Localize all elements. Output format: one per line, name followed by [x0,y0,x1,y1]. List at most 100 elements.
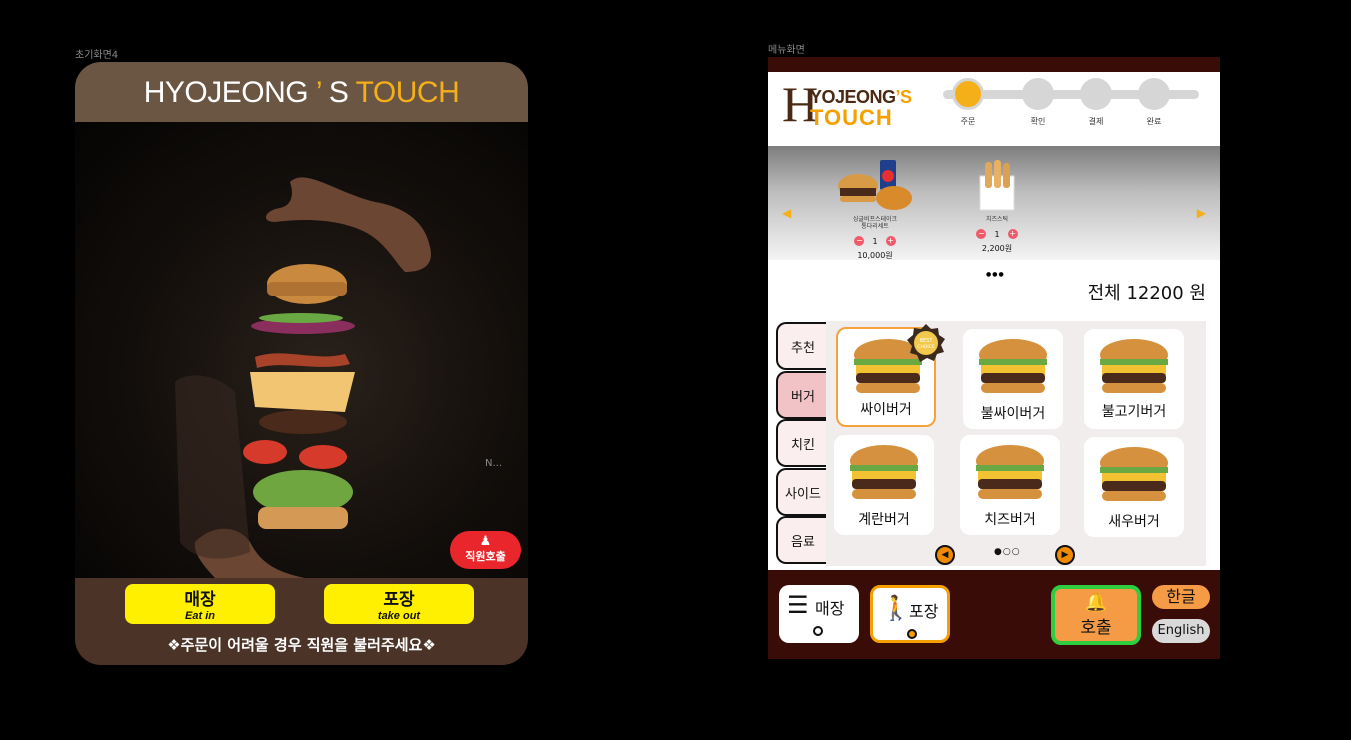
category-label: 사이드 [785,486,821,502]
menu-item-name: 계란버거 [858,512,910,528]
menu-footer: ☰ 매장 🚶 포장 🔔 호출 한글 English [768,570,1220,659]
badge-text-2: CHOICE [917,344,935,350]
cart-item-name-l2: 통다리세트 [861,223,889,230]
menu-item-tile[interactable]: 불싸이버거 [963,329,1063,429]
hidden-label: N... [485,458,503,469]
logo-s: S [328,76,349,109]
menu-item-tile[interactable]: BEST CHOICE 싸이버거 [836,324,945,427]
cart-item-price: 2,200원 [981,244,1013,253]
cart-item-name-l1: 싱글비프스테이크 [852,216,898,223]
menu-prev-arrow-icon[interactable]: ◀ [935,545,955,565]
step-label: 완료 [1146,117,1162,126]
eat-in-radio [813,626,823,636]
staff-call-label: 직원호출 [465,550,506,563]
cart-carousel: ◀ ▶ 싱글비프스테이크 통다리세트 − 1 + 10,000원 치즈스틱 − … [768,146,1220,260]
takeout-label-ko: 포장 [383,589,415,609]
takeout-radio [907,629,917,639]
menu-item-name: 불싸이버거 [980,406,1046,422]
menu-item-tile[interactable]: 치즈버거 [960,435,1060,535]
category-tab-drink[interactable]: 음료 [776,516,828,564]
footer-call-button[interactable]: 🔔 호출 [1051,585,1141,645]
minus-icon[interactable]: − [854,236,865,246]
menu-screen: H YOJEONG’S TOUCH 주문 확인 결제 완료 ◀ ▶ 싱글비프스테… [768,57,1220,659]
category-tab-side[interactable]: 사이드 [776,468,828,516]
step-order: 주문 [943,78,993,127]
cart-item: 치즈스틱 − 1 + 2,200원 [952,156,1042,254]
step-label: 결제 [1088,117,1104,126]
eat-in-button[interactable]: 매장 Eat in [125,584,275,624]
cart-next-arrow-icon[interactable]: ▶ [1197,206,1206,220]
eat-in-label-ko: 매장 [184,589,216,609]
category-tab-burger[interactable]: 버거 [776,371,828,419]
menu-grid-panel: BEST CHOICE 싸이버거 불싸이버거 불고기버거 계란버거 치즈버거 새우… [826,321,1206,566]
tray-icon: ☰ [787,591,809,619]
category-label: 음료 [791,534,815,550]
cart-item-image [830,156,920,214]
takeout-label-en: take out [377,609,421,622]
step-done: 완료 [1129,78,1179,127]
cart-item-name-l1: 치즈스틱 [985,216,1009,223]
logo-line1-apo: ’S [895,87,913,107]
cart-item-price: 10,000원 [857,251,893,260]
minus-icon[interactable]: − [976,229,987,239]
order-progress-stepper: 주문 확인 결제 완료 [943,78,1199,130]
takeout-button[interactable]: 포장 take out [324,584,474,624]
logo-line1-text: YOJEONG [810,87,896,107]
step-payment: 결제 [1071,78,1121,127]
burger-image [1100,339,1168,393]
burger-image [979,339,1047,393]
menu-item-tile[interactable]: 불고기버거 [1084,329,1184,429]
burger-image [850,445,918,499]
start-header: HYOJEONG ’ S TOUCH [75,62,528,122]
hero-burger-image [75,122,528,578]
frame-label-start: 초기화면4 [75,50,119,61]
menu-logo: H YOJEONG’S TOUCH [782,79,932,133]
footer-call-label: 호출 [1080,618,1112,638]
logo-apostrophe: ’ [315,76,322,109]
menu-item-tile[interactable]: 계란버거 [834,435,934,535]
start-footer: 매장 Eat in 포장 take out ❖주문이 어려울 경우 직원을 불러… [75,578,528,665]
menu-pager-dots: ●○○ [994,547,1021,557]
category-label: 추천 [791,340,815,356]
frame-label-menu: 메뉴화면 [768,45,805,56]
cart-item-name: 치즈스틱 [952,216,1042,223]
staff-notice: ❖주문이 어려울 경우 직원을 불러주세요❖ [167,636,436,654]
cart-qty-value: 1 [872,236,878,246]
brand-logo: HYOJEONG ’ S TOUCH [75,76,528,110]
cart-item: 싱글비프스테이크 통다리세트 − 1 + 10,000원 [830,156,920,261]
logo-line2: TOUCH [810,105,893,130]
step-label: 주문 [960,117,976,126]
order-total: 전체 12200 원 [1087,283,1206,304]
step-dot [1080,78,1112,110]
logo-accent: TOUCH [355,76,460,109]
plus-icon[interactable]: + [885,236,896,246]
footer-takeout-label: 포장 [909,602,939,621]
menu-item-tile[interactable]: 새우버거 [1084,437,1184,537]
staff-call-button[interactable]: ♟ 직원호출 [450,531,521,569]
menu-top-bar [768,57,1220,72]
menu-item-name: 싸이버거 [860,402,912,418]
cart-item-name: 싱글비프스테이크 통다리세트 [830,216,920,230]
logo-main: HYOJEONG [143,76,309,109]
step-dot [1022,78,1054,110]
category-label: 버거 [791,389,815,405]
category-tab-chicken[interactable]: 치킨 [776,419,828,467]
cart-prev-arrow-icon[interactable]: ◀ [782,206,791,220]
badge-text-1: BEST [920,338,934,344]
footer-takeout-button[interactable]: 🚶 포장 [870,585,950,643]
step-dot [1138,78,1170,110]
menu-item-name: 불고기버거 [1101,404,1167,420]
cart-qty: − 1 + [952,229,1042,239]
language-korean-button[interactable]: 한글 [1152,585,1210,609]
language-english-button[interactable]: English [1152,619,1210,643]
step-confirm: 확인 [1013,78,1063,127]
category-tab-recommended[interactable]: 추천 [776,322,828,370]
eat-in-label-en: Eat in [185,609,215,622]
staff-icon: ♟ [479,534,492,549]
menu-header: H YOJEONG’S TOUCH 주문 확인 결제 완료 [768,72,1220,146]
menu-next-arrow-icon[interactable]: ▶ [1055,545,1075,565]
menu-item-name: 치즈버거 [984,512,1036,528]
plus-icon[interactable]: + [1007,229,1018,239]
cart-qty: − 1 + [830,236,920,246]
footer-eat-in-button[interactable]: ☰ 매장 [779,585,859,643]
